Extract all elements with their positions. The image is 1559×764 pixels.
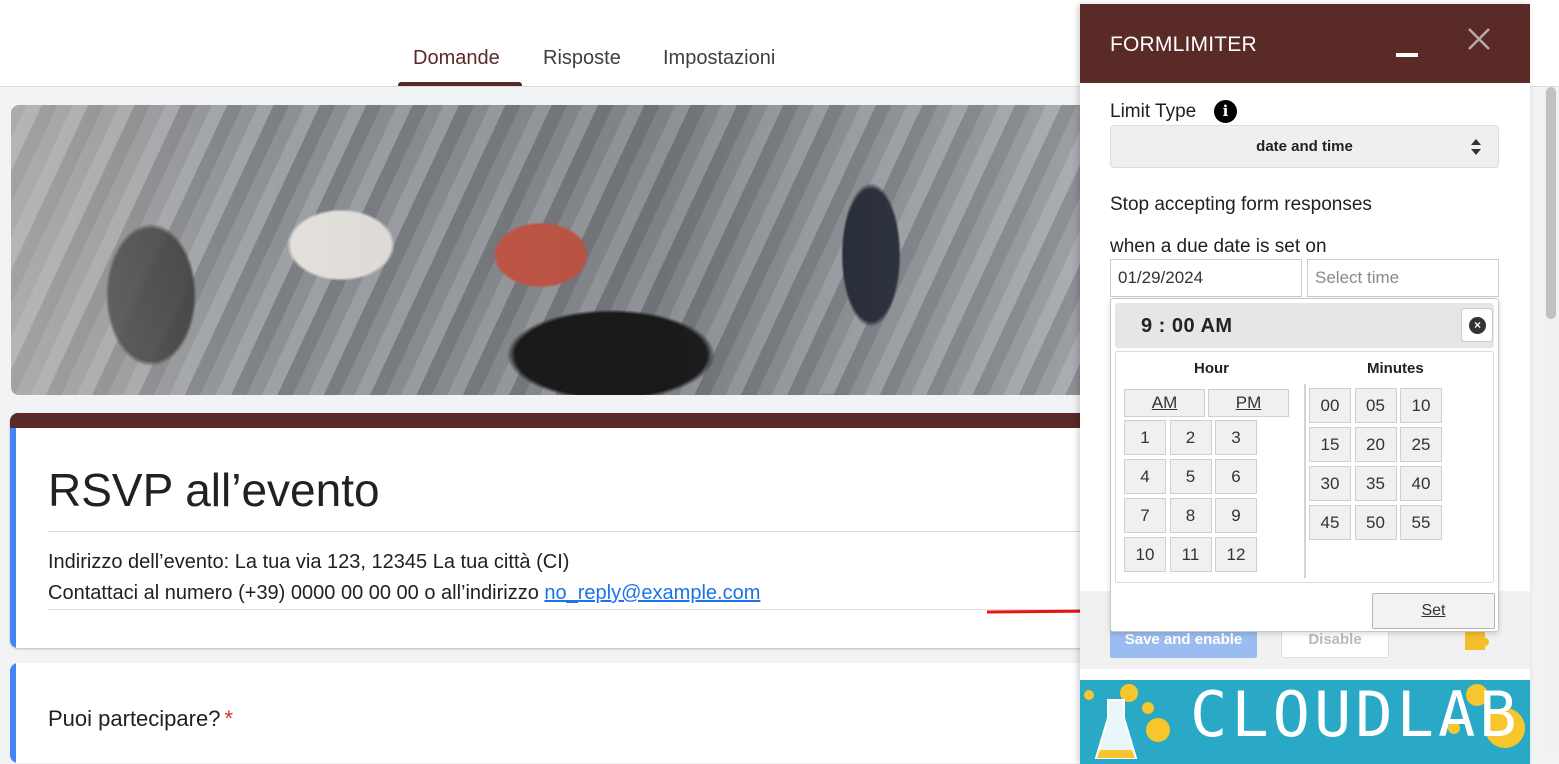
hour-column-title: Hour	[1194, 360, 1229, 377]
flask-icon	[1094, 699, 1138, 759]
timepicker-header: 9 : 00 AM ×	[1115, 303, 1494, 348]
limit-type-label: Limit Type	[1110, 101, 1197, 122]
form-description-address[interactable]: Indirizzo dell’evento: La tua via 123, 1…	[48, 551, 569, 574]
set-time-button[interactable]: Set	[1372, 593, 1495, 629]
hour-cell-7[interactable]: 7	[1124, 498, 1166, 533]
page-scrollbar[interactable]	[1543, 87, 1559, 754]
minute-cell-05[interactable]: 05	[1354, 388, 1397, 423]
banner-text: CLOUDLAB	[1190, 680, 1521, 751]
banner-bubble	[1142, 702, 1154, 714]
tab-impostazioni[interactable]: Impostazioni	[663, 47, 775, 70]
clear-time-button[interactable]: ×	[1461, 308, 1493, 342]
tab-risposte[interactable]: Risposte	[543, 47, 621, 70]
am-button[interactable]: AM	[1124, 389, 1205, 417]
hour-cell-11[interactable]: 11	[1169, 537, 1212, 572]
question-title[interactable]: Puoi partecipare? *	[48, 706, 233, 732]
hour-cell-2[interactable]: 2	[1169, 420, 1212, 455]
question-card[interactable]: Puoi partecipare? *	[10, 663, 1102, 763]
banner-bubble	[1146, 718, 1170, 742]
formlimiter-panel: FORMLIMITER Limit Type i date and time S…	[1080, 4, 1530, 764]
hour-cell-4[interactable]: 4	[1124, 459, 1166, 494]
banner-bubble	[1084, 690, 1094, 700]
title-card-focus-band	[10, 428, 16, 648]
question-text: Puoi partecipare?	[48, 706, 221, 731]
hour-cell-1[interactable]: 1	[1124, 420, 1166, 455]
timepicker-popup: 9 : 00 AM × Hour Minutes AM PM 123456789…	[1110, 298, 1499, 632]
stop-accepting-label: Stop accepting form responses	[1110, 194, 1372, 215]
contact-email-link[interactable]: no_reply@example.com	[544, 582, 760, 604]
page-scrollbar-thumb[interactable]	[1546, 87, 1556, 319]
minute-cell-40[interactable]: 40	[1400, 466, 1442, 501]
panel-title: FORMLIMITER	[1110, 33, 1257, 56]
tab-domande[interactable]: Domande	[413, 47, 500, 70]
minute-cell-15[interactable]: 15	[1309, 427, 1351, 462]
due-time-input[interactable]	[1307, 259, 1499, 297]
title-underline	[48, 531, 1088, 532]
pm-button[interactable]: PM	[1208, 389, 1289, 417]
minute-cell-35[interactable]: 35	[1354, 466, 1397, 501]
form-header-image	[11, 105, 1101, 395]
minute-cell-00[interactable]: 00	[1309, 388, 1351, 423]
minute-cell-50[interactable]: 50	[1354, 505, 1397, 540]
header-image-shade	[11, 105, 1101, 395]
column-divider	[1304, 384, 1306, 578]
info-icon[interactable]: i	[1214, 100, 1237, 123]
panel-header: FORMLIMITER	[1080, 4, 1530, 83]
hour-cell-5[interactable]: 5	[1169, 459, 1212, 494]
minute-cell-20[interactable]: 20	[1354, 427, 1397, 462]
limit-type-value: date and time	[1256, 138, 1353, 155]
minute-cell-30[interactable]: 30	[1309, 466, 1351, 501]
timepicker-selected-time: 9 : 00 AM	[1141, 315, 1233, 337]
required-asterisk: *	[224, 706, 234, 731]
limit-type-select[interactable]: date and time	[1110, 125, 1499, 168]
title-card-accent-band	[10, 413, 1102, 428]
form-description-contact[interactable]: Contattaci al numero (+39) 0000 00 00 00…	[48, 582, 760, 605]
due-date-label: when a due date is set on	[1110, 236, 1327, 257]
close-icon[interactable]	[1466, 26, 1492, 52]
minutes-column-title: Minutes	[1367, 360, 1424, 377]
hour-cell-10[interactable]: 10	[1124, 537, 1166, 572]
clear-time-icon: ×	[1469, 317, 1486, 334]
hour-cell-8[interactable]: 8	[1169, 498, 1212, 533]
hour-cell-6[interactable]: 6	[1215, 459, 1257, 494]
select-arrows-icon	[1471, 139, 1481, 155]
timepicker-grid: Hour Minutes AM PM 1 2 3 4 5 6 7 8 9 10 11 12 00 05 1…	[1115, 351, 1494, 583]
description-underline	[48, 609, 1088, 610]
minute-cell-45[interactable]: 45	[1309, 505, 1351, 540]
hour-cell-9[interactable]: 9	[1215, 498, 1257, 533]
active-tab-indicator	[398, 82, 522, 86]
minimize-icon[interactable]	[1396, 37, 1420, 61]
cloudlab-banner[interactable]: CLOUDLAB	[1080, 680, 1530, 764]
minute-cell-10[interactable]: 10	[1400, 388, 1442, 423]
question-card-band	[10, 663, 16, 763]
form-title[interactable]: RSVP all’evento	[48, 463, 380, 517]
minute-cell-25[interactable]: 25	[1400, 427, 1442, 462]
due-date-input[interactable]	[1110, 259, 1302, 297]
contact-text: Contattaci al numero (+39) 0000 00 00 00…	[48, 582, 545, 604]
form-title-card[interactable]: RSVP all’evento Indirizzo dell’evento: L…	[10, 413, 1102, 648]
hour-cell-3[interactable]: 3	[1215, 420, 1257, 455]
minute-cell-55[interactable]: 55	[1400, 505, 1442, 540]
hour-cell-12[interactable]: 12	[1215, 537, 1257, 572]
